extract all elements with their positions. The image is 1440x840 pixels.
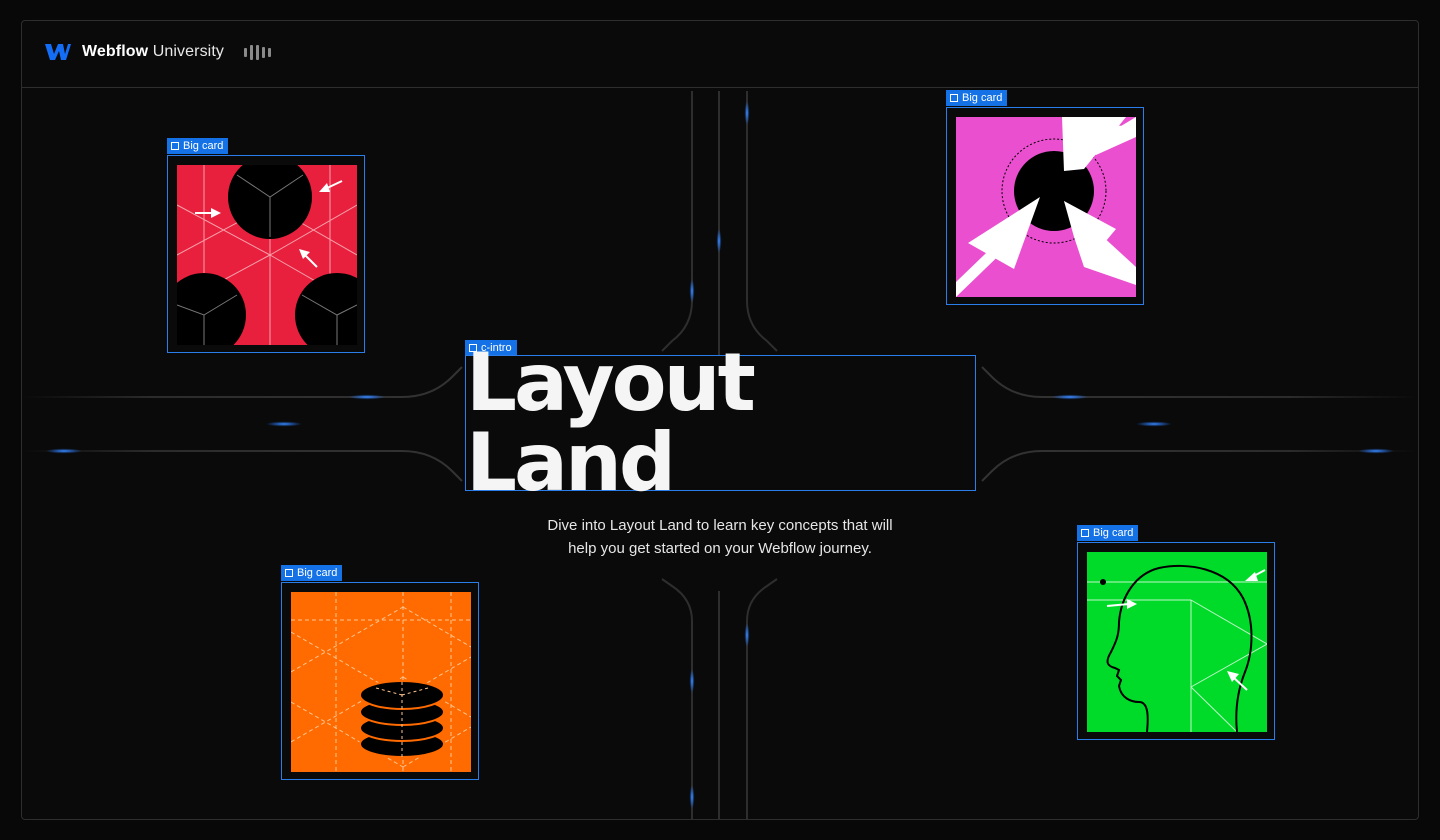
card-tag-label: Big card [1093,527,1134,539]
intro-description: Dive into Layout Land to learn key conce… [547,517,893,557]
card-tag-red: Big card [167,138,229,154]
component-icon [950,94,958,102]
circles-arrows-illustration [177,165,357,345]
big-card-green[interactable] [1077,542,1275,740]
brand-name: Webflow University [82,43,224,61]
card-tag-label: Big card [297,567,338,579]
page-title: Layout Land [466,336,756,509]
brand[interactable]: Webflow University [44,43,271,61]
card-tag-green: Big card [1077,525,1139,541]
brand-name-regular: University [152,43,224,60]
top-nav: Webflow University [22,21,1418,88]
brand-name-bold: Webflow [82,43,149,60]
big-card-pink[interactable] [946,107,1144,305]
card-tag-pink: Big card [946,90,1008,106]
big-card-orange[interactable] [281,582,479,780]
card-tag-label: Big card [183,140,224,152]
big-card-red[interactable] [167,155,365,353]
card-tag-label: Big card [962,92,1003,104]
webflow-logo-icon [44,43,72,61]
component-icon [171,142,179,150]
component-icon [285,569,293,577]
component-icon [1081,529,1089,537]
audio-bars-icon[interactable] [243,44,271,60]
card-tag-orange: Big card [281,565,343,581]
head-profile-illustration [1087,552,1267,732]
app-frame: Webflow University Big card Big card c-i… [21,20,1419,820]
target-arrows-illustration [956,117,1136,297]
intro-component[interactable]: Layout Land [465,343,976,503]
stacked-discs-illustration [291,592,471,772]
